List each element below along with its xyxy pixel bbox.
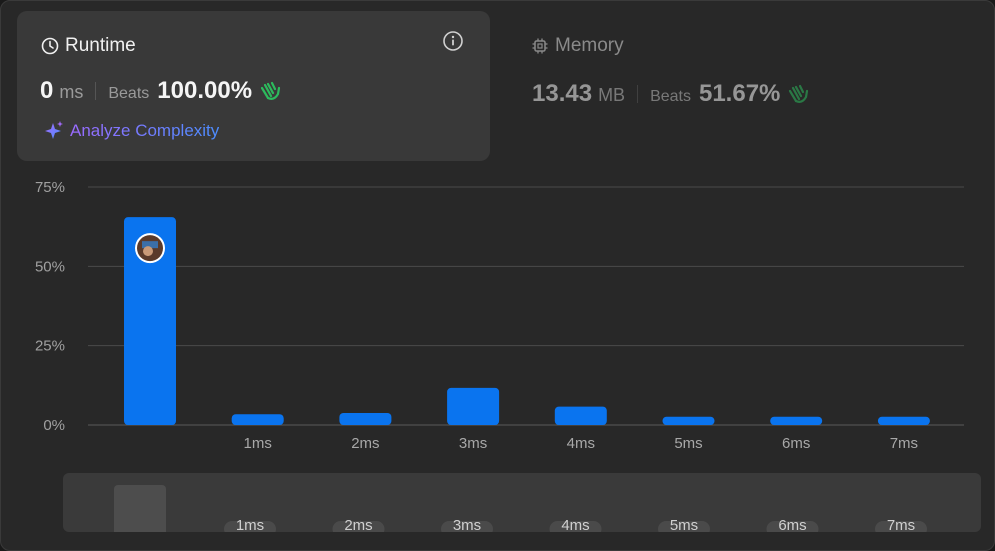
brush-tick-label: 4ms	[561, 517, 589, 532]
x-tick-label: 3ms	[459, 435, 487, 452]
runtime-card[interactable]: Runtime 0 ms Beats 100.00% Analyze Compl…	[17, 11, 490, 161]
brush-tick-label: 6ms	[778, 517, 806, 532]
divider	[637, 85, 639, 103]
runtime-unit: ms	[59, 82, 84, 102]
bar-7ms[interactable]	[877, 416, 930, 425]
runtime-title: Runtime	[65, 35, 136, 56]
x-tick-label: 7ms	[890, 435, 918, 452]
runtime-beats-label: Beats	[108, 85, 150, 102]
bar-6ms[interactable]	[770, 416, 823, 425]
bar-4ms[interactable]	[554, 406, 607, 425]
y-tick-label: 0%	[43, 417, 65, 434]
bar-2ms[interactable]	[339, 412, 392, 425]
submission-detail-panel: Runtime 0 ms Beats 100.00% Analyze Compl…	[0, 0, 995, 551]
avatar-detail	[143, 246, 153, 257]
x-tick-label: 2ms	[351, 435, 379, 452]
info-icon[interactable]	[442, 30, 464, 52]
analyze-complexity-label: Analyze Complexity	[70, 121, 220, 140]
runtime-distribution-chart: 0% 25% 50% 75% 1ms 2ms 3ms 4ms 5ms 6ms 7ms	[35, 179, 964, 452]
analyze-complexity-link[interactable]: Analyze Complexity	[41, 119, 219, 143]
bar-1ms[interactable]	[231, 414, 284, 425]
memory-beats-value: 51.67%	[698, 80, 781, 107]
brush-tick-label: 3ms	[453, 517, 481, 532]
memory-unit: MB	[598, 85, 626, 105]
runtime-stats: 0 ms Beats 100.00%	[40, 77, 282, 105]
clap-icon	[260, 81, 281, 100]
divider	[95, 82, 97, 100]
chart-range-brush[interactable]: 1ms 2ms 3ms 4ms 5ms 6ms 7ms	[63, 473, 981, 532]
runtime-beats-value: 100.00%	[157, 77, 253, 104]
clock-icon	[41, 37, 59, 55]
memory-stats: 13.43 MB Beats 51.67%	[532, 80, 810, 108]
runtime-value: 0	[40, 77, 54, 104]
user-avatar	[135, 233, 165, 264]
y-tick-label: 25%	[35, 338, 65, 355]
x-tick-label: 5ms	[674, 435, 702, 452]
memory-value: 13.43	[532, 80, 593, 107]
runtime-header: Runtime	[41, 35, 136, 57]
brush-tick-label: 1ms	[236, 517, 264, 532]
y-tick-label: 75%	[35, 179, 65, 196]
memory-beats-label: Beats	[650, 88, 691, 105]
x-tick-label: 6ms	[782, 435, 810, 452]
clap-icon	[789, 84, 809, 103]
bar-5ms[interactable]	[662, 416, 715, 425]
memory-title: Memory	[555, 35, 624, 56]
x-tick-label: 1ms	[244, 435, 272, 452]
brush-tick-label: 7ms	[887, 517, 915, 532]
brush-tick-label: 5ms	[670, 517, 698, 532]
brush-selected-bar[interactable]	[114, 485, 166, 532]
chip-icon	[532, 38, 548, 54]
y-tick-label: 50%	[35, 258, 65, 275]
sparkle-icon	[45, 121, 63, 139]
bar-3ms[interactable]	[447, 387, 500, 425]
x-tick-label: 4ms	[567, 435, 595, 452]
brush-tick-label: 2ms	[344, 517, 372, 532]
memory-tab[interactable]: Memory	[531, 35, 624, 57]
